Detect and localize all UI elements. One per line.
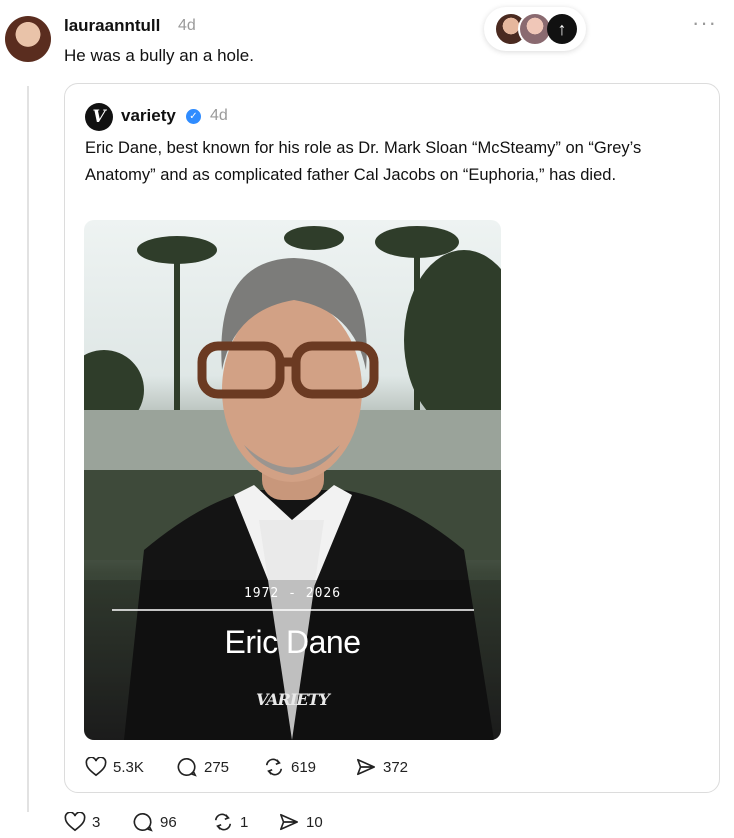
comment-icon bbox=[133, 812, 153, 832]
post-share-count: 10 bbox=[306, 813, 323, 831]
post-like-count: 3 bbox=[92, 813, 101, 831]
post-repost-button[interactable]: 1 bbox=[212, 812, 248, 832]
lifespan-years: 1972 - 2026 bbox=[243, 586, 342, 601]
repost-count: 619 bbox=[291, 758, 317, 776]
variety-watermark: VARIETY bbox=[256, 690, 330, 709]
thread-line bbox=[27, 86, 29, 812]
reply-count: 275 bbox=[204, 758, 230, 776]
post-reply-count: 96 bbox=[160, 813, 177, 831]
arrow-up-icon[interactable]: ↑ bbox=[547, 14, 577, 44]
share-count: 372 bbox=[383, 758, 409, 776]
news-photo[interactable]: 1972 - 2026 Eric Dane VARIETY bbox=[84, 220, 501, 740]
variety-logo[interactable]: V bbox=[85, 103, 113, 131]
verified-badge-icon: ✓ bbox=[186, 109, 201, 124]
repost-icon bbox=[214, 813, 232, 831]
quoted-post-card[interactable]: V variety ✓ 4d Eric Dane, best known for… bbox=[64, 83, 720, 793]
comment-icon bbox=[177, 757, 197, 777]
heart-icon bbox=[85, 757, 107, 777]
post-like-button[interactable]: 3 bbox=[64, 812, 100, 832]
post-text: He was a bully an a hole. bbox=[64, 46, 254, 65]
post-reply-button[interactable]: 96 bbox=[132, 812, 177, 832]
reposters-facepile[interactable]: ↑ bbox=[484, 7, 586, 51]
quoted-username[interactable]: variety bbox=[121, 106, 176, 126]
repost-button[interactable]: 619 bbox=[263, 757, 316, 777]
send-icon bbox=[280, 813, 298, 831]
reply-button[interactable]: 275 bbox=[176, 757, 229, 777]
post-repost-count: 1 bbox=[240, 813, 249, 831]
heart-icon bbox=[64, 812, 86, 832]
photo-caption-name: Eric Dane bbox=[224, 624, 362, 660]
share-button[interactable]: 372 bbox=[355, 757, 408, 777]
post-username[interactable]: lauraanntull bbox=[64, 16, 160, 36]
repost-icon bbox=[265, 758, 283, 776]
post-share-button[interactable]: 10 bbox=[278, 812, 323, 832]
like-count: 5.3K bbox=[113, 758, 144, 776]
send-icon bbox=[357, 758, 375, 776]
post-time: 4d bbox=[178, 17, 196, 34]
photo-illustration bbox=[84, 226, 501, 740]
avatar[interactable] bbox=[5, 16, 51, 62]
quoted-time: 4d bbox=[210, 107, 228, 124]
quoted-text: Eric Dane, best known for his role as Dr… bbox=[85, 139, 642, 184]
more-options-icon[interactable]: ··· bbox=[692, 10, 717, 36]
like-button[interactable]: 5.3K bbox=[85, 757, 144, 777]
